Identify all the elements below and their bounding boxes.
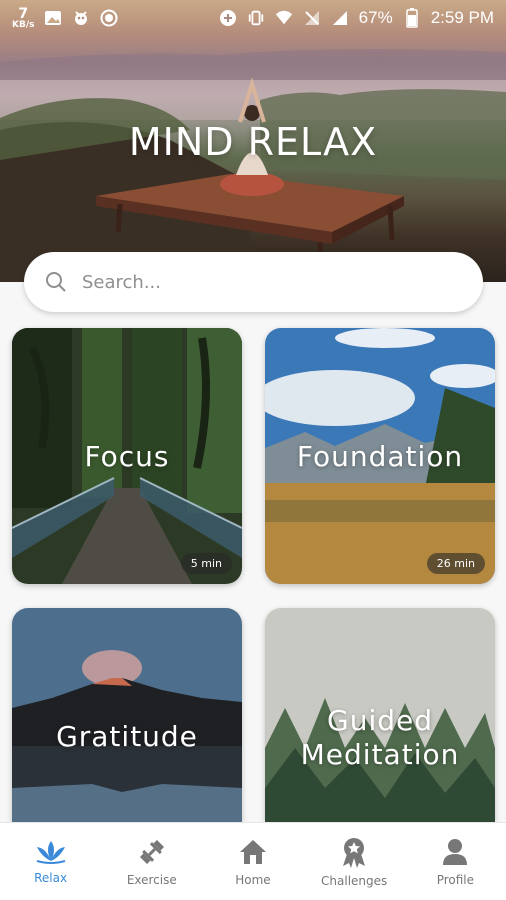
gratitude-card-image [12, 608, 242, 822]
wifi-icon [275, 9, 293, 27]
home-icon [238, 837, 268, 867]
no-signal-icon [303, 9, 321, 27]
nav-item-relax[interactable]: Relax [1, 839, 101, 885]
card-focus[interactable]: Focus 5 min [12, 328, 242, 584]
card-title-focus: Focus [84, 440, 170, 473]
person-icon [440, 837, 470, 867]
battery-percent: 67% [358, 8, 393, 27]
status-left: 7 KB/s [12, 7, 118, 30]
nav-label-relax: Relax [34, 870, 68, 885]
status-bar: 7 KB/s 67% 2:59 PM [0, 0, 506, 36]
search-input[interactable] [82, 271, 442, 293]
card-guided-meditation[interactable]: Guided Meditation [265, 608, 495, 822]
image-icon [44, 9, 62, 27]
lotus-icon [34, 839, 68, 865]
card-title-gratitude: Gratitude [56, 720, 198, 753]
card-foundation[interactable]: Foundation 26 min [265, 328, 495, 584]
nav-label-exercise: Exercise [126, 872, 177, 887]
nav-label-profile: Profile [436, 872, 474, 887]
battery-icon [403, 8, 421, 28]
bottom-navigation: Relax Exercise Home Challenges Profile [0, 822, 506, 900]
card-gratitude[interactable]: Gratitude [12, 608, 242, 822]
nav-label-challenges: Challenges [321, 873, 388, 888]
status-right: 67% 2:59 PM [219, 8, 494, 28]
card-title-line-1: Guided [327, 704, 433, 737]
search-icon [44, 270, 68, 294]
circle-record-icon [100, 9, 118, 27]
network-speed-unit: KB/s [12, 19, 35, 30]
duration-badge: 26 min [426, 553, 485, 574]
bug-icon [72, 9, 90, 27]
nav-item-exercise[interactable]: Exercise [102, 837, 202, 887]
card-title-line-2: Meditation [300, 738, 460, 771]
add-circle-icon [219, 9, 237, 27]
nav-item-profile[interactable]: Profile [405, 837, 505, 887]
hero-banner: MIND RELAX [0, 0, 506, 282]
award-icon [339, 836, 369, 868]
nav-item-home[interactable]: Home [203, 837, 303, 887]
network-speed-value: 7 [18, 5, 29, 22]
vibrate-icon [247, 9, 265, 27]
nav-label-home: Home [235, 872, 271, 887]
clock-time: 2:59 PM [430, 8, 494, 27]
network-speed: 7 KB/s [12, 7, 34, 30]
signal-icon [331, 9, 349, 27]
card-title-foundation: Foundation [296, 440, 464, 473]
nav-item-challenges[interactable]: Challenges [304, 836, 404, 888]
dumbbell-icon [137, 837, 167, 867]
app-title: MIND RELAX [128, 120, 378, 164]
duration-badge: 5 min [180, 553, 232, 574]
card-title-guided-meditation: Guided Meditation [265, 704, 495, 772]
search-bar[interactable] [24, 252, 483, 312]
